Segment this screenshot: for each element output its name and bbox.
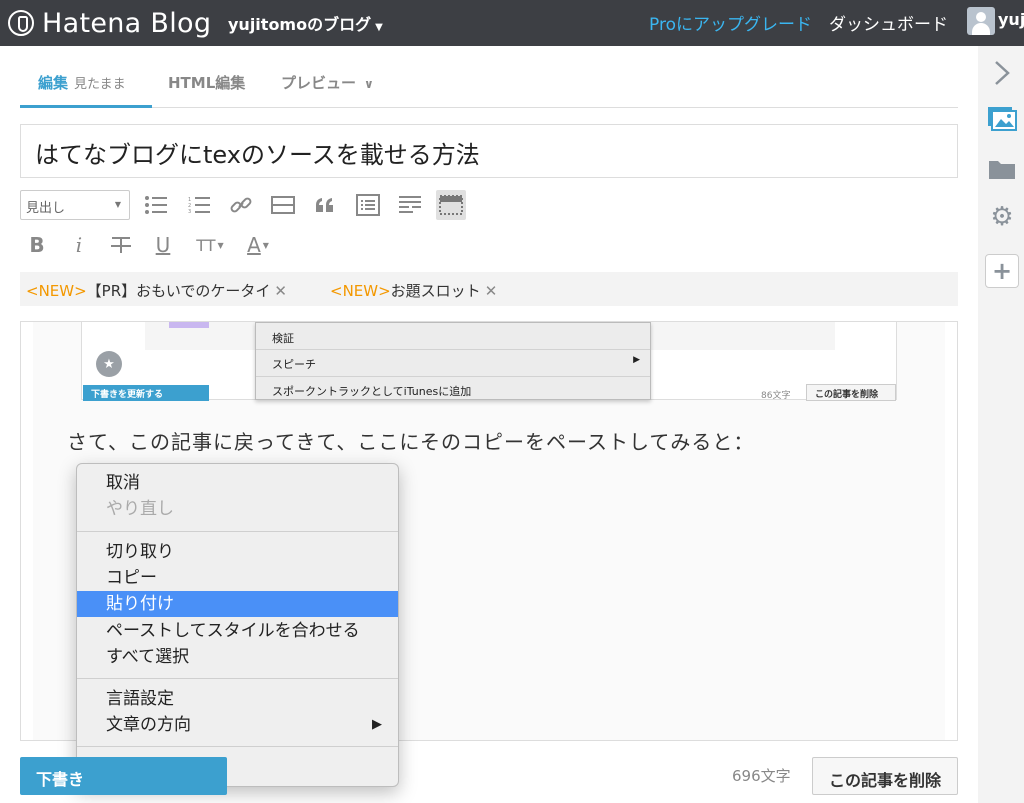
menu-item-paste[interactable]: 貼り付け (77, 591, 398, 617)
plus-icon[interactable]: + (985, 254, 1019, 288)
italic-button[interactable]: i (64, 230, 94, 260)
notice-text: 【PR】おもいでのケータイ (86, 282, 271, 300)
hatena-logo-icon (8, 10, 34, 36)
menu-separator (77, 746, 398, 747)
menu-separator (77, 678, 398, 679)
blog-name-dropdown[interactable]: yujitomoのブログ ▼ (228, 11, 383, 35)
menu-item-cut[interactable]: 切り取り (77, 539, 398, 565)
photo-icon[interactable] (987, 104, 1017, 134)
blockquote-icon[interactable] (310, 190, 340, 220)
font-size-button[interactable]: TT ▼ (192, 230, 228, 260)
tab-edit-sub-label: 見たまま (74, 77, 126, 92)
menu-item-language[interactable]: 言語設定 (77, 686, 398, 712)
notice-pr-item[interactable]: <NEW>【PR】おもいでのケータイ ✕ (26, 280, 287, 301)
caret-down-icon: ▼ (114, 200, 121, 209)
chevron-right-icon[interactable] (987, 58, 1017, 88)
menu-item-select-all[interactable]: すべて選択 (77, 644, 398, 670)
folder-icon[interactable] (987, 154, 1017, 184)
pro-upgrade-link[interactable]: Proにアップグレード (649, 10, 812, 35)
tab-preview-label: プレビュー (281, 74, 357, 92)
bold-button[interactable]: B (22, 230, 52, 260)
horizontal-rule-icon[interactable] (268, 190, 298, 220)
dashboard-link[interactable]: ダッシュボード (829, 10, 948, 35)
menu-item-text-direction[interactable]: 文章の方向 ▶ (77, 712, 398, 738)
underline-button[interactable]: U (148, 230, 178, 260)
chevron-down-icon: ∨ (364, 77, 374, 91)
tab-html-edit[interactable]: HTML編集 (168, 72, 245, 93)
logo-text: Hatena Blog (42, 7, 212, 39)
menu-item-paste-match-style[interactable]: ペーストしてスタイルを合わせる (77, 618, 398, 644)
top-bar: Hatena Blog yujitomoのブログ ▼ Proにアップグレード ダッ… (0, 0, 1024, 46)
menu-item-undo[interactable]: 取消 (77, 470, 398, 496)
delete-article-button[interactable]: この記事を削除 (812, 757, 958, 795)
screenshot-delete-button: この記事を削除 (806, 384, 896, 401)
gear-icon[interactable]: ⚙ (987, 202, 1017, 232)
article-title-input[interactable]: はてなブログにtexのソースを載せる方法 (20, 124, 958, 178)
menu-item-redo: やり直し (106, 499, 174, 519)
triangle-right-icon: ▶ (372, 717, 382, 732)
menu-separator (256, 376, 650, 377)
heading-select-value: 見出し (26, 201, 66, 216)
user-avatar[interactable] (967, 7, 995, 35)
embed-box-icon[interactable] (436, 190, 466, 220)
screenshot-menu-item: スピーチ (272, 358, 316, 371)
bullet-list-icon[interactable] (141, 190, 171, 220)
article-body-text[interactable]: さて、この記事に戻ってきて、ここにそのコピーをペーストしてみると： (67, 426, 754, 455)
notice-odai-item[interactable]: <NEW>お題スロット ✕ (330, 280, 497, 301)
hatena-blog-logo[interactable]: Hatena Blog (8, 6, 211, 40)
screenshot-menu-item: 検証 (272, 332, 294, 345)
save-draft-button[interactable]: 下書き (20, 757, 227, 795)
active-tab-indicator (20, 105, 152, 108)
caret-down-icon: ▼ (217, 240, 224, 250)
font-color-label: A (247, 233, 261, 257)
text-direction-label: 文章の方向 (106, 715, 191, 735)
strikethrough-icon[interactable] (106, 230, 136, 260)
font-color-button[interactable]: A ▼ (240, 230, 276, 260)
tab-preview[interactable]: プレビュー ∨ (281, 72, 374, 93)
screenshot-menu-item: スポークントラックとしてiTunesに追加 (272, 385, 472, 398)
screenshot-tag (169, 322, 209, 328)
read-more-icon[interactable] (395, 190, 425, 220)
new-tag: <NEW> (330, 282, 391, 300)
screenshot-context-menu: 検証 スピーチ ▶ スポークントラックとしてiTunesに追加 (255, 322, 651, 400)
editor-tabs: 編集 見たまま HTML編集 プレビュー ∨ (20, 60, 958, 108)
embedded-screenshot: ★ 下書きを更新する 86文字 この記事を削除 検証 スピーチ ▶ スポークント… (81, 322, 897, 401)
heading-select[interactable]: 見出し ▼ (20, 190, 130, 220)
right-sidebar: ⚙ + (978, 46, 1024, 803)
close-icon[interactable]: ✕ (485, 282, 498, 300)
notice-bar: <NEW>【PR】おもいでのケータイ ✕ <NEW>お題スロット ✕ (20, 272, 958, 306)
triangle-right-icon: ▶ (633, 355, 640, 365)
screenshot-update-button: 下書きを更新する (83, 385, 209, 401)
caret-down-icon: ▼ (262, 240, 269, 250)
menu-separator (77, 531, 398, 532)
new-tag: <NEW> (26, 282, 87, 300)
menu-item-copy[interactable]: コピー (77, 565, 398, 591)
tab-edit[interactable]: 編集 見たまま (38, 72, 126, 93)
numbered-list-icon[interactable]: 123 (184, 190, 214, 220)
font-size-label: TT (196, 235, 216, 255)
user-name[interactable]: yuji (998, 10, 1024, 29)
tab-edit-label: 編集 (38, 74, 69, 92)
context-menu: 取消 やり直し 切り取り コピー 貼り付け ペーストしてスタイルを合わせる すべ… (76, 463, 399, 787)
char-count: 696文字 (732, 767, 791, 785)
svg-text:3: 3 (188, 209, 191, 214)
caret-down-icon: ▼ (375, 22, 383, 33)
notice-text: お題スロット (390, 282, 481, 300)
link-icon[interactable] (226, 190, 256, 220)
close-icon[interactable]: ✕ (274, 282, 287, 300)
menu-separator (256, 349, 650, 350)
star-icon: ★ (96, 351, 122, 377)
table-of-contents-icon[interactable] (353, 190, 383, 220)
blog-name-label: yujitomoのブログ (228, 15, 372, 34)
screenshot-char-count: 86文字 (761, 391, 791, 401)
